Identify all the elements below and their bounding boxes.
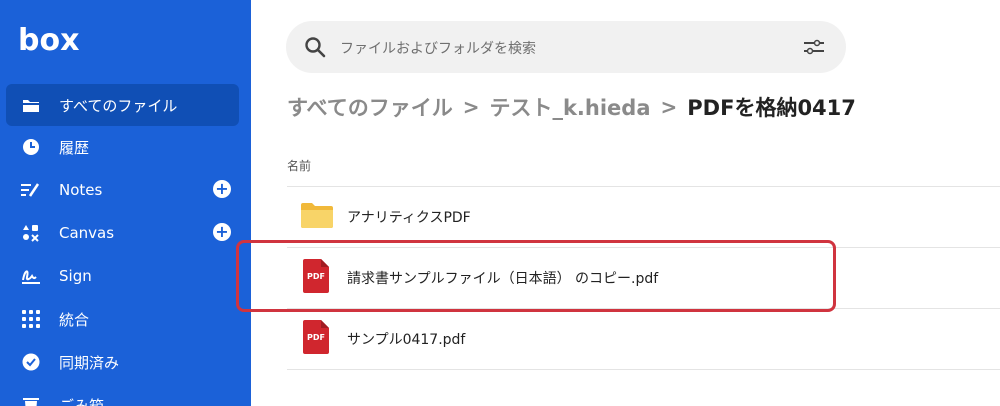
breadcrumb-current-folder: PDFを格納0417 xyxy=(687,96,856,120)
sidebar-item-all-files[interactable]: すべてのファイル xyxy=(6,84,239,126)
highlight-box xyxy=(236,240,836,312)
search-input[interactable]: ファイルおよびフォルダを検索 xyxy=(340,38,536,58)
canvas-icon xyxy=(19,221,43,245)
breadcrumb-separator: > xyxy=(660,95,678,119)
sidebar-item-label: 履歴 xyxy=(59,138,90,157)
sidebar-item-canvas[interactable]: Canvas + xyxy=(6,212,239,254)
file-name[interactable]: アナリティクスPDF xyxy=(347,207,471,227)
sidebar-item-label: 統合 xyxy=(59,310,90,329)
sign-icon xyxy=(19,264,43,288)
breadcrumb-separator: > xyxy=(462,95,480,119)
folder-icon xyxy=(301,202,333,232)
file-name[interactable]: サンプル0417.pdf xyxy=(347,329,465,349)
sidebar: box すべてのファイル 履歴 Notes + Canvas + Sign 統合… xyxy=(0,0,251,406)
add-canvas-button[interactable]: + xyxy=(213,223,231,241)
check-circle-icon xyxy=(19,350,43,374)
sidebar-item-notes[interactable]: Notes + xyxy=(6,169,239,211)
sidebar-item-history[interactable]: 履歴 xyxy=(6,126,239,168)
sidebar-item-trash[interactable]: ごみ箱 xyxy=(6,384,239,406)
column-header-name[interactable]: 名前 xyxy=(287,157,311,174)
breadcrumb-all-files[interactable]: すべてのファイル xyxy=(287,92,453,122)
pdf-badge: PDF xyxy=(307,333,325,342)
sidebar-item-label: Notes xyxy=(59,181,103,199)
sidebar-item-label: ごみ箱 xyxy=(59,396,105,406)
sidebar-item-sign[interactable]: Sign xyxy=(6,255,239,297)
sidebar-item-synced[interactable]: 同期済み xyxy=(6,341,239,383)
divider xyxy=(287,369,1000,370)
search-icon xyxy=(304,36,326,62)
sidebar-item-label: 同期済み xyxy=(59,353,120,372)
search-bar[interactable]: ファイルおよびフォルダを検索 xyxy=(286,21,846,73)
sidebar-item-label: すべてのファイル xyxy=(59,96,178,115)
breadcrumb: すべてのファイル > テスト_k.hieda > PDFを格納0417 xyxy=(287,92,856,122)
grid-icon xyxy=(19,307,43,331)
pdf-file-icon: PDF xyxy=(303,320,329,358)
sidebar-item-label: Sign xyxy=(59,267,92,285)
sidebar-item-integrations[interactable]: 統合 xyxy=(6,298,239,340)
box-logo[interactable]: box xyxy=(18,26,79,56)
list-item[interactable]: アナリティクスPDF xyxy=(287,187,1000,247)
folder-icon xyxy=(19,93,43,117)
add-note-button[interactable]: + xyxy=(213,180,231,198)
trash-icon xyxy=(19,393,43,406)
sidebar-item-label: Canvas xyxy=(59,224,115,242)
clock-icon xyxy=(19,135,43,159)
filter-icon[interactable] xyxy=(802,38,826,60)
breadcrumb-test-folder[interactable]: テスト_k.hieda xyxy=(489,92,650,122)
list-item[interactable]: PDF サンプル0417.pdf xyxy=(287,309,1000,369)
notes-icon xyxy=(19,178,43,202)
